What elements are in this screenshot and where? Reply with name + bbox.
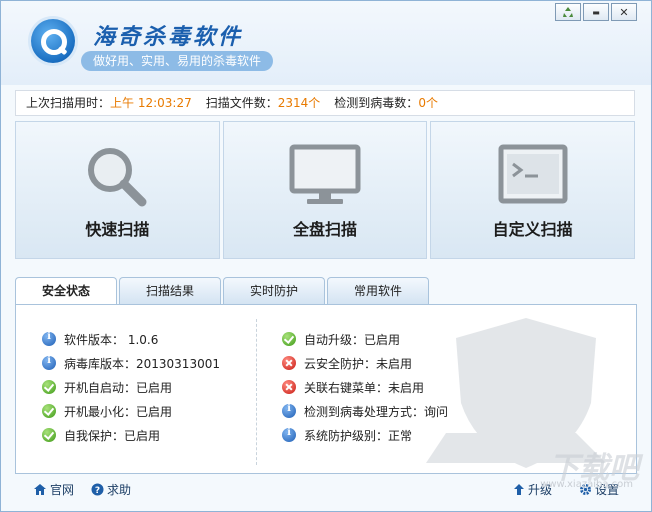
status-text: 病毒库版本：20130313001 xyxy=(64,356,220,371)
site-watermark-url: www.xiazaiba.com xyxy=(540,479,633,490)
magnifier-icon xyxy=(88,148,147,207)
window-controls: ▬ ✕ xyxy=(555,3,637,21)
tab-common-software[interactable]: 常用软件 xyxy=(327,277,429,305)
scan-stats-bar: 上次扫描用时：上午 12:03:27 扫描文件数：2314个 检测到病毒数：0个 xyxy=(15,90,635,116)
help-link[interactable]: ? 求助 xyxy=(91,481,131,498)
status-text: 开机最小化：已启用 xyxy=(64,404,173,419)
upgrade-arrow-icon xyxy=(514,484,524,495)
status-text: 软件版本： 1.0.6 xyxy=(64,332,159,347)
status-start-minimized: 开机最小化：已启用 xyxy=(42,399,220,423)
recycle-icon xyxy=(563,7,573,17)
info-icon xyxy=(282,427,296,442)
status-text: 云安全防护：未启用 xyxy=(304,356,413,371)
last-scan-value: 上午 12:03:27 xyxy=(110,96,192,110)
full-scan-label: 全盘扫描 xyxy=(293,220,358,239)
help-icon: ? xyxy=(91,483,104,496)
svg-text:?: ? xyxy=(95,486,100,496)
check-icon xyxy=(42,380,56,394)
status-text: 开机自启动：已启用 xyxy=(64,380,173,395)
full-scan-button[interactable]: 全盘扫描 xyxy=(222,121,428,259)
status-text: 检测到病毒处理方式：询问 xyxy=(304,404,449,419)
error-icon xyxy=(282,356,296,370)
info-icon xyxy=(42,355,56,370)
app-title: 海奇杀毒软件 xyxy=(93,24,244,50)
check-icon xyxy=(42,428,56,442)
help-link-label: 求助 xyxy=(107,483,132,497)
status-virus-db-version: 病毒库版本：20130313001 xyxy=(42,351,220,375)
security-status-panel: 软件版本： 1.0.6 病毒库版本：20130313001 开机自启动：已启用 … xyxy=(15,304,637,474)
monitor-icon xyxy=(289,144,361,204)
close-icon: ✕ xyxy=(619,5,629,19)
app-slogan: 做好用、实用、易用的杀毒软件 xyxy=(81,51,274,71)
terminal-icon xyxy=(498,144,568,204)
status-self-protection: 自我保护：已启用 xyxy=(42,423,220,447)
app-window: 海奇杀毒软件 做好用、实用、易用的杀毒软件 ▬ ✕ 上次扫描用时：上午 12:0… xyxy=(0,0,652,512)
quick-scan-button[interactable]: 快速扫描 xyxy=(15,121,220,259)
skin-button[interactable] xyxy=(555,3,581,21)
custom-scan-button[interactable]: 自定义扫描 xyxy=(430,121,636,259)
tab-scan-results[interactable]: 扫描结果 xyxy=(119,277,221,305)
status-autostart: 开机自启动：已启用 xyxy=(42,375,220,399)
check-icon xyxy=(42,404,56,418)
status-software-version: 软件版本： 1.0.6 xyxy=(42,327,220,351)
virus-label: 检测到病毒数： xyxy=(334,96,419,110)
minimize-button[interactable]: ▬ xyxy=(583,3,609,21)
files-label: 扫描文件数： xyxy=(205,96,278,110)
files-value: 2314个 xyxy=(277,96,321,110)
status-text: 关联右键菜单：未启用 xyxy=(304,380,425,395)
tab-bar: 安全状态 扫描结果 实时防护 常用软件 xyxy=(15,277,431,306)
home-icon xyxy=(34,484,46,495)
status-list-right: 自动升级：已启用 云安全防护：未启用 关联右键菜单：未启用 检测到病毒处理方式：… xyxy=(282,327,448,447)
home-link-label: 官网 xyxy=(50,483,75,497)
virus-value: 0个 xyxy=(418,96,438,110)
status-virus-handling: 检测到病毒处理方式：询问 xyxy=(282,399,448,423)
tab-security-status[interactable]: 安全状态 xyxy=(15,277,117,306)
status-text: 自我保护：已启用 xyxy=(64,428,161,443)
error-icon xyxy=(282,380,296,394)
status-list-left: 软件版本： 1.0.6 病毒库版本：20130313001 开机自启动：已启用 … xyxy=(42,327,220,447)
status-cloud-protection: 云安全防护：未启用 xyxy=(282,351,448,375)
info-icon xyxy=(42,331,56,346)
minimize-icon: ▬ xyxy=(592,7,600,17)
info-icon xyxy=(282,403,296,418)
home-link[interactable]: 官网 xyxy=(33,481,74,498)
scan-buttons: 快速扫描 全盘扫描 自定义扫描 xyxy=(15,121,636,259)
last-scan-label: 上次扫描用时： xyxy=(26,96,111,110)
status-text: 自动升级：已启用 xyxy=(304,332,401,347)
quick-scan-label: 快速扫描 xyxy=(85,220,150,239)
tab-realtime-protection[interactable]: 实时防护 xyxy=(223,277,325,305)
close-button[interactable]: ✕ xyxy=(611,3,637,21)
check-icon xyxy=(282,332,296,346)
status-context-menu: 关联右键菜单：未启用 xyxy=(282,375,448,399)
custom-scan-label: 自定义扫描 xyxy=(492,220,573,239)
status-text: 系统防护级别：正常 xyxy=(304,428,413,443)
magnifier-logo-icon xyxy=(31,19,75,63)
header: 海奇杀毒软件 做好用、实用、易用的杀毒软件 ▬ ✕ xyxy=(1,1,651,85)
status-auto-upgrade: 自动升级：已启用 xyxy=(282,327,448,351)
status-protection-level: 系统防护级别：正常 xyxy=(282,423,448,447)
column-divider xyxy=(256,319,257,465)
